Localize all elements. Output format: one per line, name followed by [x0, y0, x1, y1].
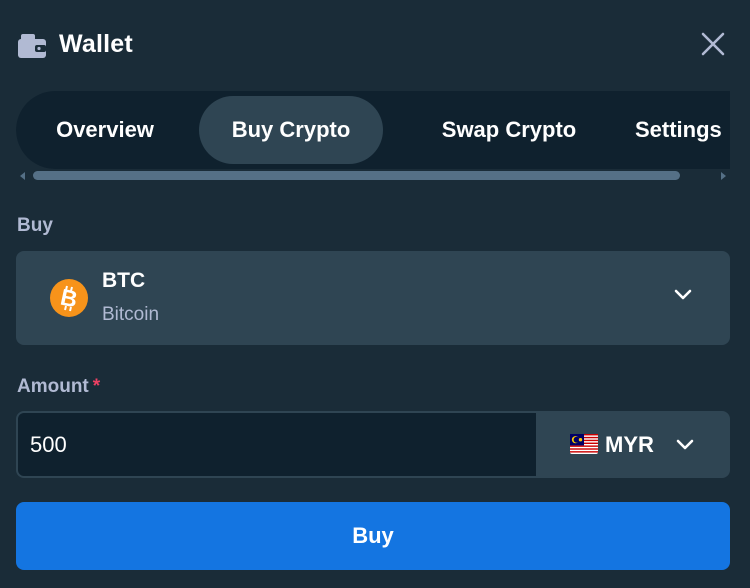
buy-button[interactable]: Buy	[16, 502, 730, 570]
coin-name: Bitcoin	[102, 304, 160, 325]
bitcoin-icon: B	[50, 279, 88, 317]
scroll-right-arrow-icon[interactable]	[721, 172, 726, 180]
wallet-modal: Wallet Overview Buy Crypto Swap Crypto S…	[0, 0, 750, 588]
amount-input[interactable]	[18, 413, 536, 476]
scrollbar-thumb[interactable]	[33, 171, 680, 180]
tab-settings[interactable]: Settings	[635, 96, 730, 164]
required-marker: *	[92, 376, 101, 397]
scroll-left-arrow-icon[interactable]	[20, 172, 25, 180]
modal-title: Wallet	[59, 30, 133, 58]
buy-label: Buy	[17, 215, 53, 236]
amount-label: Amount *	[17, 376, 100, 398]
currency-select[interactable]: MYR	[538, 411, 730, 478]
close-icon[interactable]	[700, 31, 726, 57]
modal-header: Wallet	[0, 0, 750, 90]
amount-label-text: Amount	[17, 376, 89, 397]
tab-scrollbar[interactable]	[16, 168, 730, 182]
wallet-icon	[18, 34, 46, 58]
chevron-down-icon	[676, 439, 694, 450]
coin-select[interactable]: B BTC Bitcoin	[16, 251, 730, 345]
amount-row: MYR	[16, 411, 730, 478]
tab-bar: Overview Buy Crypto Swap Crypto Settings	[16, 91, 730, 169]
coin-symbol: BTC	[102, 269, 146, 292]
tab-buy-crypto[interactable]: Buy Crypto	[199, 96, 383, 164]
currency-code: MYR	[605, 432, 654, 457]
tab-list: Overview Buy Crypto Swap Crypto Settings	[16, 91, 730, 169]
malaysia-flag-icon	[570, 434, 598, 454]
tab-overview[interactable]: Overview	[21, 96, 189, 164]
tab-swap-crypto[interactable]: Swap Crypto	[393, 96, 625, 164]
chevron-down-icon	[674, 289, 692, 300]
